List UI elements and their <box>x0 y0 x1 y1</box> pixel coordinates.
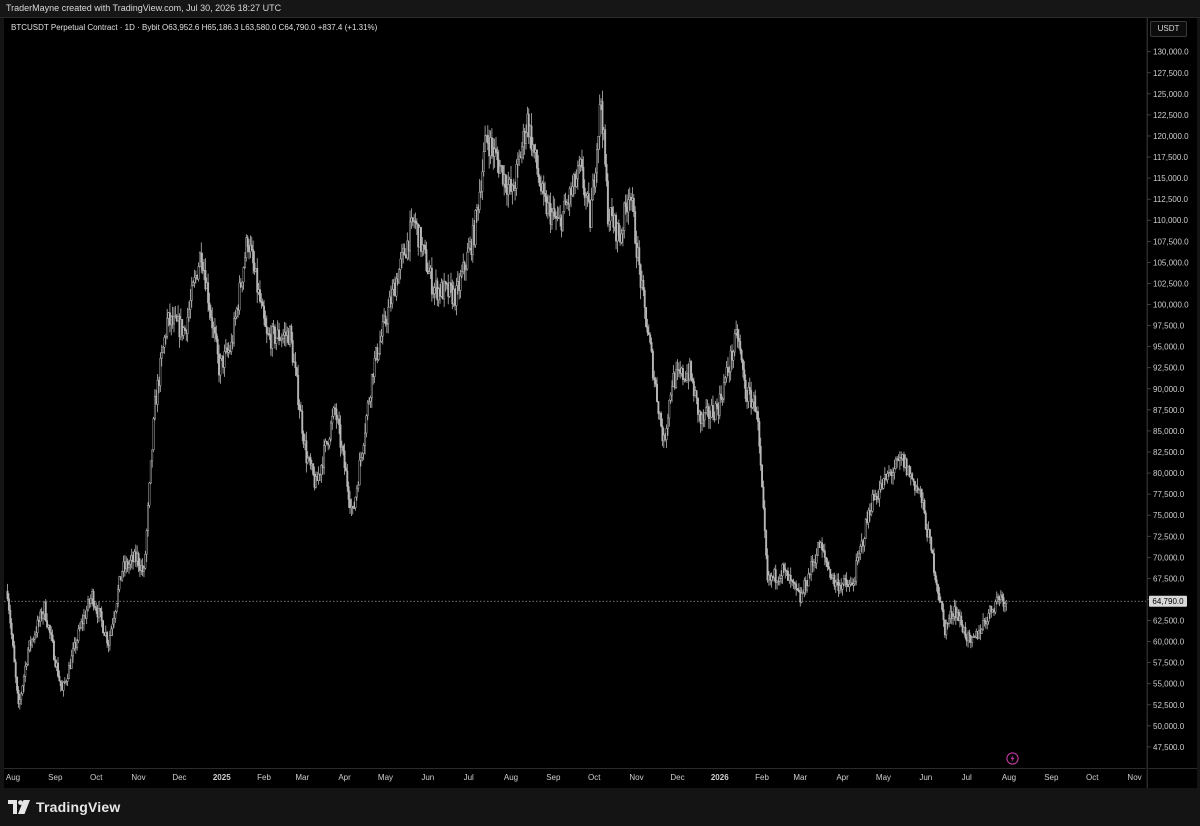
tradingview-brand[interactable]: TradingView <box>8 797 120 817</box>
attribution-text: TraderMayne created with TradingView.com… <box>6 3 282 13</box>
chart-pane[interactable] <box>4 18 1146 768</box>
tradingview-logo-icon <box>8 800 30 814</box>
time-axis[interactable] <box>4 768 1146 788</box>
lightning-event-icon[interactable] <box>1006 752 1019 765</box>
currency-selector[interactable]: USDT <box>1150 21 1187 37</box>
symbol-legend[interactable]: BTCUSDT Perpetual Contract · 1D · Bybit … <box>11 23 377 32</box>
price-axis[interactable] <box>1147 18 1197 768</box>
tradingview-brand-text: TradingView <box>36 799 121 815</box>
attribution-bar: TraderMayne created with TradingView.com… <box>0 0 1200 18</box>
footer <box>0 788 1200 826</box>
axis-corner <box>1147 768 1197 788</box>
